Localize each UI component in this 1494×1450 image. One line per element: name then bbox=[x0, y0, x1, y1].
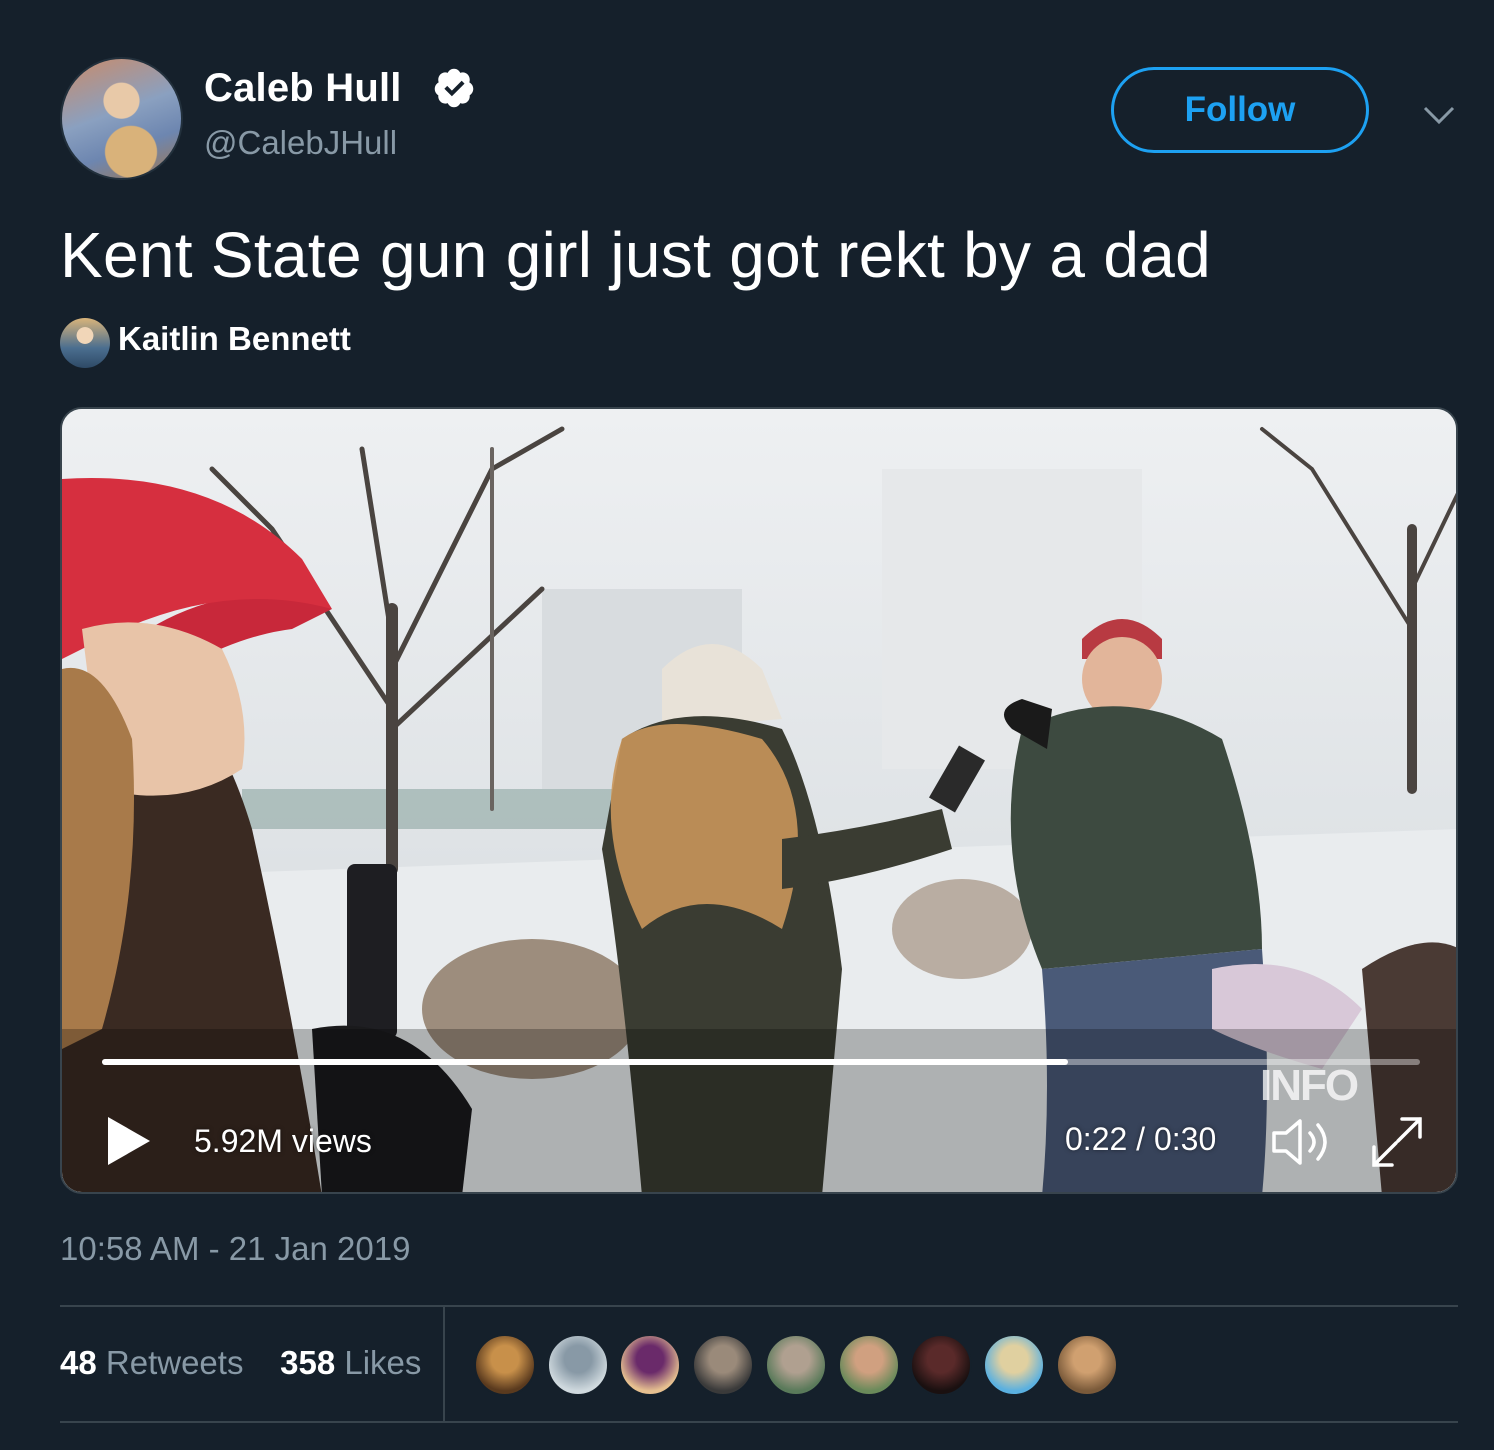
liker-cartoon-avatar[interactable] bbox=[982, 1334, 1045, 1396]
video-frame bbox=[62, 409, 1456, 1192]
liker-rider-avatar[interactable] bbox=[692, 1334, 755, 1396]
liker-dark-avatar[interactable] bbox=[910, 1334, 973, 1396]
author-handle[interactable]: @CalebJHull bbox=[204, 124, 397, 162]
liker-default-avatar[interactable] bbox=[546, 1334, 609, 1396]
video-view-count: 5.92M views bbox=[194, 1123, 372, 1159]
video-progress-fill bbox=[102, 1059, 1069, 1065]
author-name[interactable]: Caleb Hull bbox=[204, 66, 402, 111]
retweets-label: Retweets bbox=[105, 1344, 244, 1381]
likes-label: Likes bbox=[344, 1344, 422, 1381]
verified-badge-icon bbox=[434, 68, 474, 108]
play-icon[interactable] bbox=[104, 1115, 152, 1167]
follow-button[interactable]: Follow bbox=[1111, 67, 1369, 153]
chevron-down-icon[interactable] bbox=[1419, 100, 1459, 130]
video-player[interactable]: INFO 5.92M views 0:22 / 0:30 bbox=[60, 407, 1458, 1194]
retweets-count: 48 bbox=[60, 1344, 97, 1381]
stats-separator bbox=[443, 1307, 445, 1422]
video-progress-bar[interactable] bbox=[102, 1059, 1420, 1065]
liker-dog-avatar[interactable] bbox=[474, 1334, 536, 1396]
tweet-stats: 48 Retweets 358 Likes bbox=[60, 1344, 421, 1382]
liker-woman-outdoor-avatar[interactable] bbox=[837, 1334, 900, 1396]
video-watermark: INFO bbox=[1260, 1061, 1359, 1110]
divider-bottom bbox=[60, 1421, 1458, 1423]
attribution-avatar[interactable] bbox=[60, 318, 110, 368]
retweets-stat[interactable]: 48 Retweets bbox=[60, 1344, 243, 1381]
likes-count: 358 bbox=[280, 1344, 336, 1381]
liker-woman-blonde-avatar[interactable] bbox=[619, 1334, 682, 1396]
likes-stat[interactable]: 358 Likes bbox=[280, 1344, 421, 1381]
tweet-timestamp[interactable]: 10:58 AM - 21 Jan 2019 bbox=[60, 1230, 410, 1268]
tweet-text: Kent State gun girl just got rekt by a d… bbox=[60, 219, 1212, 291]
liker-couple-avatar[interactable] bbox=[1055, 1334, 1118, 1396]
divider-top bbox=[60, 1305, 1458, 1307]
video-time: 0:22 / 0:30 bbox=[1065, 1121, 1217, 1157]
author-avatar[interactable] bbox=[60, 57, 183, 180]
attribution-name[interactable]: Kaitlin Bennett bbox=[118, 320, 351, 358]
liker-woman-gray-avatar[interactable] bbox=[764, 1334, 827, 1396]
fullscreen-icon[interactable] bbox=[1368, 1113, 1426, 1171]
volume-icon[interactable] bbox=[1268, 1115, 1334, 1169]
